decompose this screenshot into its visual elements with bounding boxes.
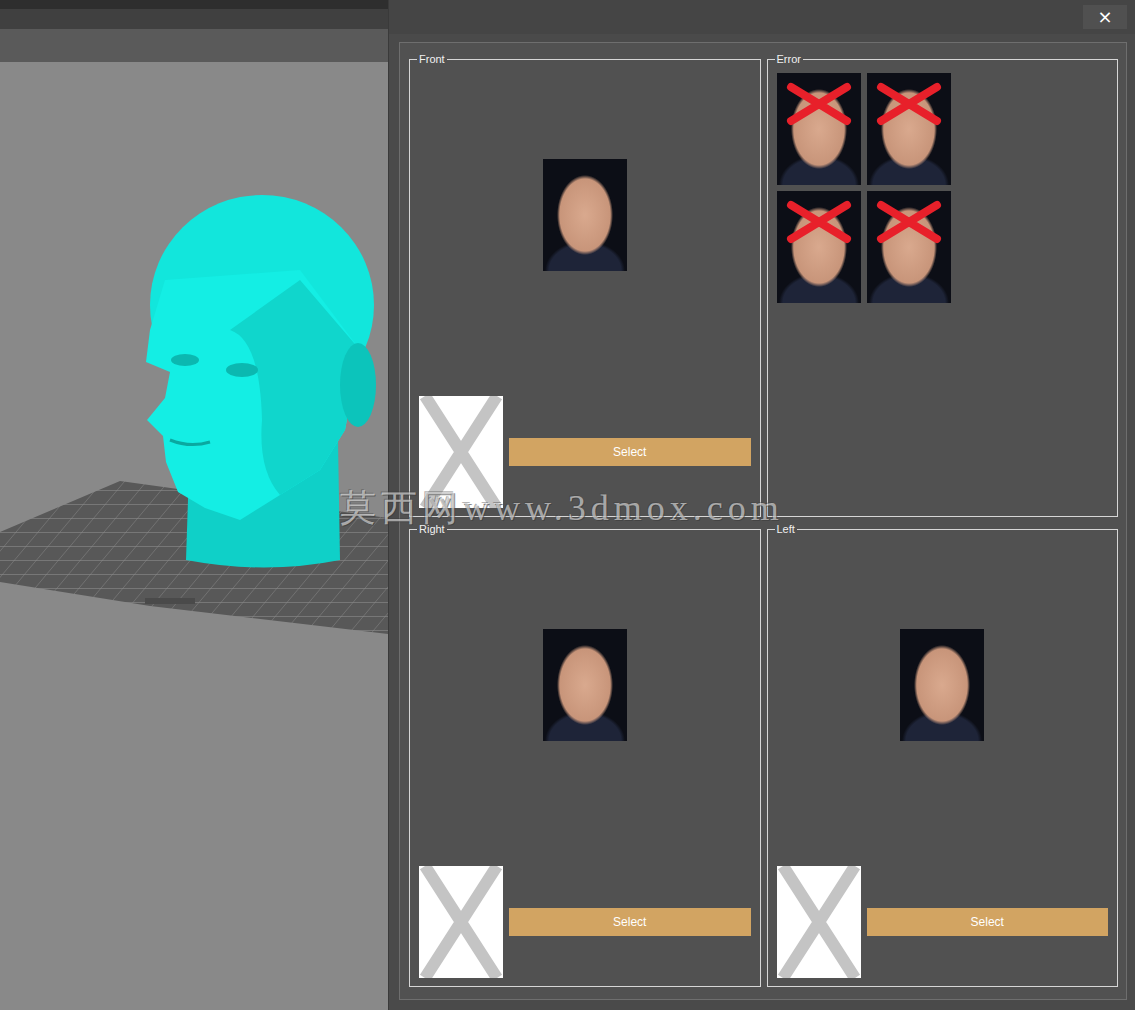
select-row: Select — [419, 396, 751, 508]
example-photo — [867, 191, 951, 303]
photo-group: Front Select — [409, 53, 761, 517]
3d-viewport[interactable] — [0, 62, 388, 1010]
empty-image-icon — [419, 866, 503, 978]
viewport-area — [0, 0, 388, 1010]
red-cross-icon — [867, 193, 951, 253]
sample-area — [419, 543, 751, 866]
select-button[interactable]: Select — [509, 908, 751, 936]
title-strip — [0, 0, 388, 30]
close-button[interactable]: × — [1083, 5, 1127, 29]
example-photo — [867, 73, 951, 185]
red-cross-icon — [777, 75, 861, 135]
sample-photo — [543, 159, 627, 271]
head-model-icon[interactable] — [0, 62, 388, 1010]
sample-area — [777, 543, 1109, 866]
panel-title-bar[interactable]: × — [389, 0, 1135, 34]
photo-frame: Front SelectError Right SelectLeft Selec… — [399, 42, 1127, 1000]
red-cross-icon — [867, 75, 951, 135]
photo-group: Left Select — [767, 523, 1119, 987]
app-window: × Front SelectError Right SelectLeft Sel… — [0, 0, 1135, 1010]
sample-photo — [900, 629, 984, 741]
select-row: Select — [777, 866, 1109, 978]
red-cross-icon — [777, 193, 861, 253]
empty-image-icon — [777, 866, 861, 978]
watermark: 莫西网www.3dmox.com — [340, 484, 784, 533]
toolbar — [0, 30, 388, 62]
group-title: Right — [417, 523, 447, 535]
example-photo — [777, 73, 861, 185]
photo-panel: × Front SelectError Right SelectLeft Sel… — [388, 0, 1135, 1010]
select-button[interactable]: Select — [509, 438, 751, 466]
photo-group: Error — [767, 53, 1119, 517]
group-title: Error — [775, 53, 803, 65]
sample-photo — [543, 629, 627, 741]
example-photo — [777, 191, 861, 303]
empty-image-icon — [419, 396, 503, 508]
group-title: Left — [775, 523, 797, 535]
select-button[interactable]: Select — [867, 908, 1109, 936]
error-examples — [777, 73, 1109, 303]
photo-group: Right Select — [409, 523, 761, 987]
group-title: Front — [417, 53, 447, 65]
sample-area — [419, 73, 751, 396]
select-row: Select — [419, 866, 751, 978]
